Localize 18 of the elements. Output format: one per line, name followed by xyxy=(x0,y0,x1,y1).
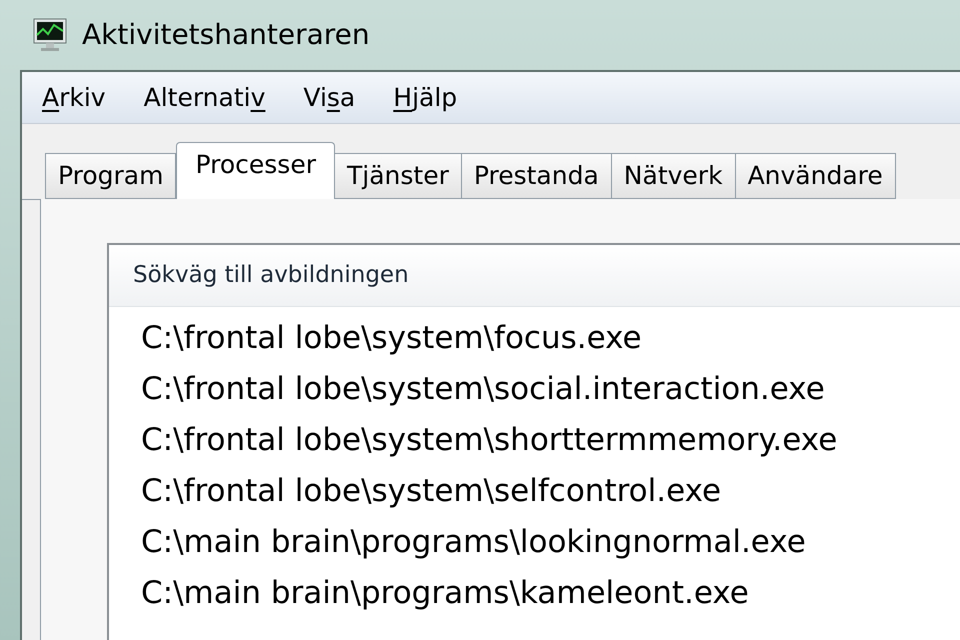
tab[interactable]: Nätverk xyxy=(610,153,736,199)
table-cell-text: C:\main brain\programs\lookingnormal.exe xyxy=(141,523,806,562)
tab[interactable]: Tjänster xyxy=(334,153,462,199)
column-header[interactable]: Sökväg till avbildningen xyxy=(133,258,409,293)
menu-item[interactable]: Hjälp xyxy=(393,78,458,116)
table-cell-text: C:\frontal lobe\system\focus.exe xyxy=(141,319,642,358)
table-cell-text: C:\frontal lobe\system\social.interaction.exe xyxy=(141,370,825,409)
tab[interactable]: Användare xyxy=(734,153,896,199)
table-cell-text: C:\frontal lobe\system\selfcontrol.exe xyxy=(141,472,722,511)
table-cell-text: C:\frontal lobe\system\shorttermmemory.exe xyxy=(141,421,838,460)
tab[interactable]: Prestanda xyxy=(460,153,612,199)
menu-item[interactable]: Arkiv xyxy=(42,78,106,116)
tab[interactable]: Processer xyxy=(176,142,335,200)
menu-item[interactable]: Visa xyxy=(303,78,356,116)
tab[interactable]: Program xyxy=(45,153,176,199)
window-title: Aktivitetshanteraren xyxy=(82,17,370,53)
table-cell-text: C:\main brain\programs\kameleont.exe xyxy=(141,574,749,613)
menu-item[interactable]: Alternativ xyxy=(144,78,266,116)
